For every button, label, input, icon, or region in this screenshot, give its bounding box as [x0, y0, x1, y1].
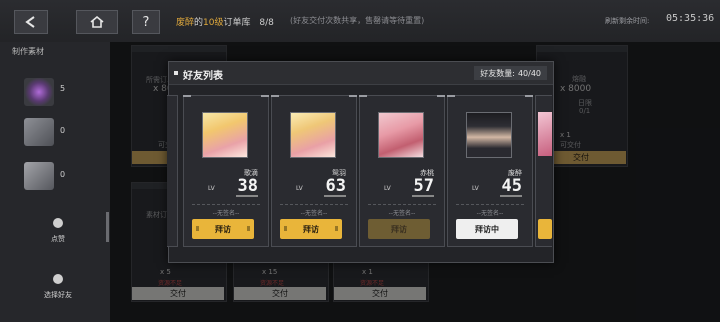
visit-button[interactable]: 拜访 — [192, 219, 254, 239]
friend-list-modal: 好友列表 好友数量: 40/40 歌滴 LV 38 --无签名-- 拜访 鸳羽 … — [167, 61, 554, 263]
home-icon — [90, 16, 104, 28]
friend-card[interactable]: 赤桃 LV 57 --无签名-- 拜访 — [359, 95, 445, 247]
friend-signature: --无签名-- — [476, 210, 504, 217]
purple-orb-material-icon[interactable] — [24, 78, 54, 106]
friend-card[interactable]: 歌滴 LV 38 --无签名-- 拜访 — [183, 95, 269, 247]
level-label: LV — [208, 185, 215, 192]
divider — [280, 204, 348, 205]
visit-button[interactable]: 拜访 — [280, 219, 342, 239]
level-bar — [236, 195, 258, 197]
friend-avatar[interactable] — [466, 112, 512, 158]
modal-header: 好友列表 好友数量: 40/40 — [169, 62, 553, 85]
level-label: LV — [384, 185, 391, 192]
friend-card-partial[interactable] — [535, 95, 552, 247]
friend-level: 63 — [325, 176, 346, 196]
friend-card[interactable]: 鸳羽 LV 63 --无签名-- 拜访 — [271, 95, 357, 247]
level-bar — [412, 195, 434, 197]
visit-button[interactable]: 拜访 — [368, 219, 430, 239]
friend-avatar[interactable] — [290, 112, 336, 158]
friend-signature: --无签名-- — [212, 210, 240, 217]
level-bar — [324, 195, 346, 197]
friend-signature: --无签名-- — [388, 210, 416, 217]
material-count: 5 — [60, 84, 66, 93]
friend-level: 45 — [501, 176, 522, 196]
friend-signature: --无签名-- — [300, 210, 328, 217]
level-label: LV — [472, 185, 479, 192]
materials-title: 制作素材 — [12, 47, 44, 56]
friend-card-partial[interactable] — [167, 95, 178, 247]
book-material-icon[interactable] — [24, 118, 54, 146]
friend-count: 好友数量: 40/40 — [474, 66, 547, 80]
order-progress: 8/8 — [259, 18, 274, 28]
friend-level: 57 — [413, 176, 434, 196]
friend-card[interactable]: 废醉 LV 45 --无签名-- 拜访中 — [447, 95, 533, 247]
select-friend-icon[interactable] — [53, 274, 63, 284]
cube-material-icon[interactable] — [24, 162, 54, 190]
divider — [456, 204, 524, 205]
help-icon: ? — [142, 14, 150, 30]
order-library-title: 废醉的10级订单库 8/8 — [176, 18, 274, 28]
thumbs-up-icon[interactable] — [53, 218, 63, 228]
order-note: (好友交付次数共享，售罄请等待重置) — [290, 16, 425, 25]
friend-avatar[interactable] — [202, 112, 248, 158]
modal-title: 好友列表 — [183, 71, 223, 82]
select-friend-button[interactable]: 选择好友 — [33, 290, 83, 300]
home-button[interactable] — [76, 10, 118, 34]
back-arrow-icon — [25, 16, 35, 28]
refresh-timer: 05:35:36 — [666, 13, 715, 24]
like-label[interactable]: 点赞 — [33, 234, 83, 244]
material-count: 0 — [60, 170, 66, 179]
level-bar — [500, 195, 522, 197]
help-button[interactable]: ? — [132, 10, 160, 34]
divider — [192, 204, 260, 205]
sidebar-scrollbar[interactable] — [106, 212, 109, 242]
title-marker-icon — [174, 71, 178, 75]
level-label: LV — [296, 185, 303, 192]
friend-level: 38 — [237, 176, 258, 196]
divider — [368, 204, 436, 205]
refresh-label: 刷新剩余时间: — [605, 17, 650, 25]
back-button[interactable] — [14, 10, 48, 34]
friend-avatar[interactable] — [378, 112, 424, 158]
material-count: 0 — [60, 126, 66, 135]
visiting-button[interactable]: 拜访中 — [456, 219, 518, 239]
visit-button[interactable] — [538, 219, 552, 239]
